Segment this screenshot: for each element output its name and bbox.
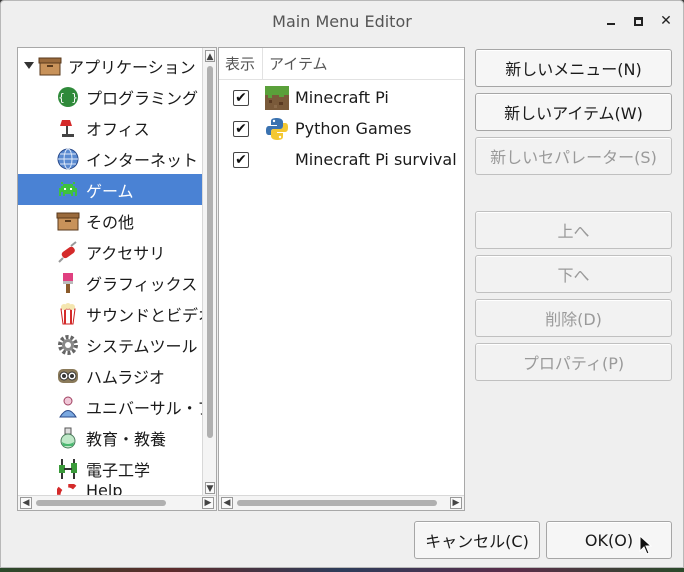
space-invader-icon	[56, 179, 80, 201]
tree-item-label: ハムラジオ	[86, 367, 165, 387]
code-icon: { }	[56, 86, 80, 108]
tree-item-label: プログラミング	[86, 88, 199, 108]
tree-item-universal-access[interactable]: ユニバーサル・アクセス	[18, 391, 204, 422]
scroll-down-icon[interactable]: ▼	[205, 482, 215, 494]
scroll-right-icon[interactable]: ▶	[450, 497, 462, 509]
tree-item-accessories[interactable]: アクセサリ	[18, 236, 204, 267]
tree-item-education[interactable]: 教育・教養	[18, 422, 204, 453]
maximize-button[interactable]	[628, 11, 648, 31]
item-label: Minecraft Pi	[295, 88, 389, 107]
flask-icon	[56, 427, 80, 449]
person-icon	[56, 396, 80, 418]
paintbrush-icon	[56, 272, 80, 294]
tree-item-label: システムツール	[86, 336, 198, 356]
list-item[interactable]: ✔ Python Games	[219, 113, 464, 144]
show-checkbox[interactable]: ✔	[233, 120, 249, 137]
tree-root-applications[interactable]: アプリケーション	[18, 50, 204, 81]
desk-lamp-icon	[56, 117, 80, 139]
main-menu-editor-window: Main Menu Editor ✕ アプリケーション { } プログラミング …	[0, 0, 684, 568]
tree-item-label: 教育・教養	[86, 429, 167, 449]
show-checkbox[interactable]: ✔	[233, 89, 249, 106]
scroll-left-icon[interactable]: ◀	[20, 497, 32, 509]
svg-text:{ }: { }	[58, 91, 78, 104]
scroll-right-icon[interactable]: ▶	[202, 497, 214, 509]
tree-item-electronics[interactable]: 電子工学	[18, 453, 204, 484]
tree-root-label: アプリケーション	[68, 57, 196, 77]
new-menu-button[interactable]: 新しいメニュー(N)	[475, 49, 672, 87]
maximize-icon	[633, 16, 643, 26]
desktop-background-strip	[0, 568, 684, 572]
tree-item-ham-radio[interactable]: ハムラジオ	[18, 360, 204, 391]
swiss-knife-icon	[56, 240, 80, 263]
mouse-pointer-icon	[639, 534, 653, 559]
box-icon	[56, 210, 80, 232]
new-item-button[interactable]: 新しいアイテム(W)	[475, 93, 672, 131]
tree-item-label: ゲーム	[86, 181, 134, 201]
menu-tree[interactable]: アプリケーション { } プログラミング オフィス インターネット ゲーム その…	[17, 47, 217, 511]
tree-item-label: インターネット	[86, 150, 199, 170]
properties-button[interactable]: プロパティ(P)	[475, 343, 672, 381]
tree-item-label: オフィス	[86, 119, 150, 139]
tree-item-programming[interactable]: { } プログラミング	[18, 81, 204, 112]
column-header-label: アイテム	[269, 55, 328, 73]
close-button[interactable]: ✕	[656, 11, 676, 31]
item-label: Minecraft Pi survival	[295, 150, 457, 169]
list-item[interactable]: ✔ Minecraft Pi	[219, 82, 464, 113]
tree-item-label: アクセサリ	[86, 243, 166, 263]
python-icon	[265, 117, 289, 141]
scroll-left-icon[interactable]: ◀	[221, 497, 233, 509]
scroll-thumb[interactable]	[36, 500, 166, 506]
item-label: Python Games	[295, 119, 412, 138]
list-item[interactable]: ✔ Minecraft Pi survival	[219, 144, 464, 175]
close-icon: ✕	[660, 13, 672, 29]
tree-item-label: 電子工学	[86, 460, 151, 480]
move-up-button[interactable]: 上へ	[475, 211, 672, 249]
column-header-item[interactable]: アイテム	[263, 48, 464, 80]
electronics-icon	[56, 458, 80, 480]
tree-item-sound-video[interactable]: サウンドとビデオ	[18, 298, 204, 329]
tree-item-label: ユニバーサル・アクセス	[86, 398, 204, 418]
tree-item-graphics[interactable]: グラフィックス	[18, 267, 204, 298]
column-header-label: 表示	[225, 55, 256, 73]
tree-item-other[interactable]: その他	[18, 205, 204, 236]
tree-item-label: サウンドとビデオ	[86, 305, 204, 325]
show-checkbox[interactable]: ✔	[233, 151, 249, 168]
globe-icon	[56, 148, 80, 170]
minimize-icon	[607, 23, 615, 25]
popcorn-icon	[56, 302, 80, 325]
move-down-button[interactable]: 下へ	[475, 255, 672, 293]
cancel-button[interactable]: キャンセル(C)	[414, 521, 540, 559]
headset-icon	[56, 365, 80, 387]
ok-button[interactable]: OK(O)	[546, 521, 672, 559]
new-separator-button[interactable]: 新しいセパレーター(S)	[475, 137, 672, 175]
box-icon	[38, 55, 62, 77]
scroll-thumb[interactable]	[207, 66, 213, 438]
column-header-show[interactable]: 表示	[219, 48, 263, 80]
tree-item-system-tools[interactable]: システムツール	[18, 329, 204, 360]
menu-items-list[interactable]: 表示 アイテム ✔ Minecraft Pi ✔ Python Games ✔ …	[218, 47, 465, 511]
tree-item-games[interactable]: ゲーム	[18, 174, 204, 205]
tree-horizontal-scrollbar[interactable]: ◀ ▶	[18, 495, 216, 510]
scroll-thumb[interactable]	[237, 500, 437, 506]
tree-item-label: その他	[86, 212, 135, 232]
scroll-up-icon[interactable]: ▲	[205, 50, 215, 62]
title-bar[interactable]: Main Menu Editor	[1, 1, 683, 41]
items-horizontal-scrollbar[interactable]: ◀ ▶	[219, 495, 464, 510]
delete-button[interactable]: 削除(D)	[475, 299, 672, 337]
tree-item-internet[interactable]: インターネット	[18, 143, 204, 174]
minimize-button[interactable]	[601, 11, 621, 31]
window-title: Main Menu Editor	[272, 11, 412, 31]
expander-down-icon[interactable]	[24, 62, 34, 69]
tree-item-office[interactable]: オフィス	[18, 112, 204, 143]
tree-item-label: グラフィックス	[86, 274, 198, 294]
gear-icon	[56, 334, 80, 356]
tree-vertical-scrollbar[interactable]: ▲ ▼	[202, 48, 216, 496]
minecraft-icon	[265, 85, 289, 110]
